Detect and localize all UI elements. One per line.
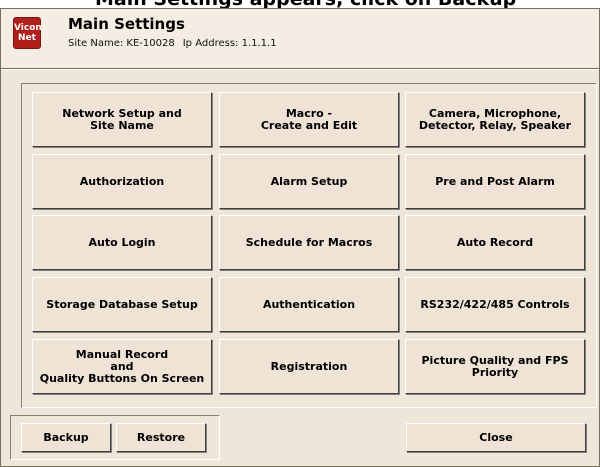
pre-post-alarm-button[interactable]: Pre and Post Alarm bbox=[405, 154, 585, 209]
site-name-label: Site Name: KE-10028 bbox=[68, 38, 175, 49]
backup-restore-group: Backup Restore bbox=[10, 415, 220, 460]
manual-record-quality-button[interactable]: Manual Record and Quality Buttons On Scr… bbox=[32, 339, 212, 394]
registration-button[interactable]: Registration bbox=[219, 339, 399, 394]
macro-create-edit-button[interactable]: Macro - Create and Edit bbox=[219, 92, 399, 147]
alarm-setup-button[interactable]: Alarm Setup bbox=[219, 154, 399, 209]
backup-button[interactable]: Backup bbox=[21, 423, 111, 452]
authorization-button[interactable]: Authorization bbox=[32, 154, 212, 209]
main-settings-window: Vicon Net Main Settings Site Name: KE-10… bbox=[0, 8, 600, 467]
auto-login-button[interactable]: Auto Login bbox=[32, 215, 212, 270]
close-button[interactable]: Close bbox=[406, 423, 586, 452]
header: Vicon Net Main Settings Site Name: KE-10… bbox=[1, 9, 599, 67]
ip-address-label: Ip Address: 1.1.1.1 bbox=[182, 38, 277, 49]
authentication-button[interactable]: Authentication bbox=[219, 277, 399, 332]
restore-button[interactable]: Restore bbox=[116, 423, 206, 452]
top-caption: Main Settings appears, click on Backup bbox=[0, 0, 600, 8]
rs232-controls-button[interactable]: RS232/422/485 Controls bbox=[405, 277, 585, 332]
storage-database-setup-button[interactable]: Storage Database Setup bbox=[32, 277, 212, 332]
camera-microphone-button[interactable]: Camera, Microphone, Detector, Relay, Spe… bbox=[405, 92, 585, 147]
header-divider-highlight bbox=[1, 69, 599, 70]
schedule-macros-button[interactable]: Schedule for Macros bbox=[219, 215, 399, 270]
viconnet-logo: Vicon Net bbox=[13, 17, 42, 49]
auto-record-button[interactable]: Auto Record bbox=[405, 215, 585, 270]
picture-quality-fps-button[interactable]: Picture Quality and FPS Priority bbox=[405, 339, 585, 394]
page-title: Main Settings bbox=[68, 15, 185, 33]
site-info: Site Name: KE-10028 Ip Address: 1.1.1.1 bbox=[68, 38, 277, 49]
settings-button-panel: Network Setup and Site Name Macro - Crea… bbox=[21, 83, 597, 408]
network-setup-button[interactable]: Network Setup and Site Name bbox=[32, 92, 212, 147]
